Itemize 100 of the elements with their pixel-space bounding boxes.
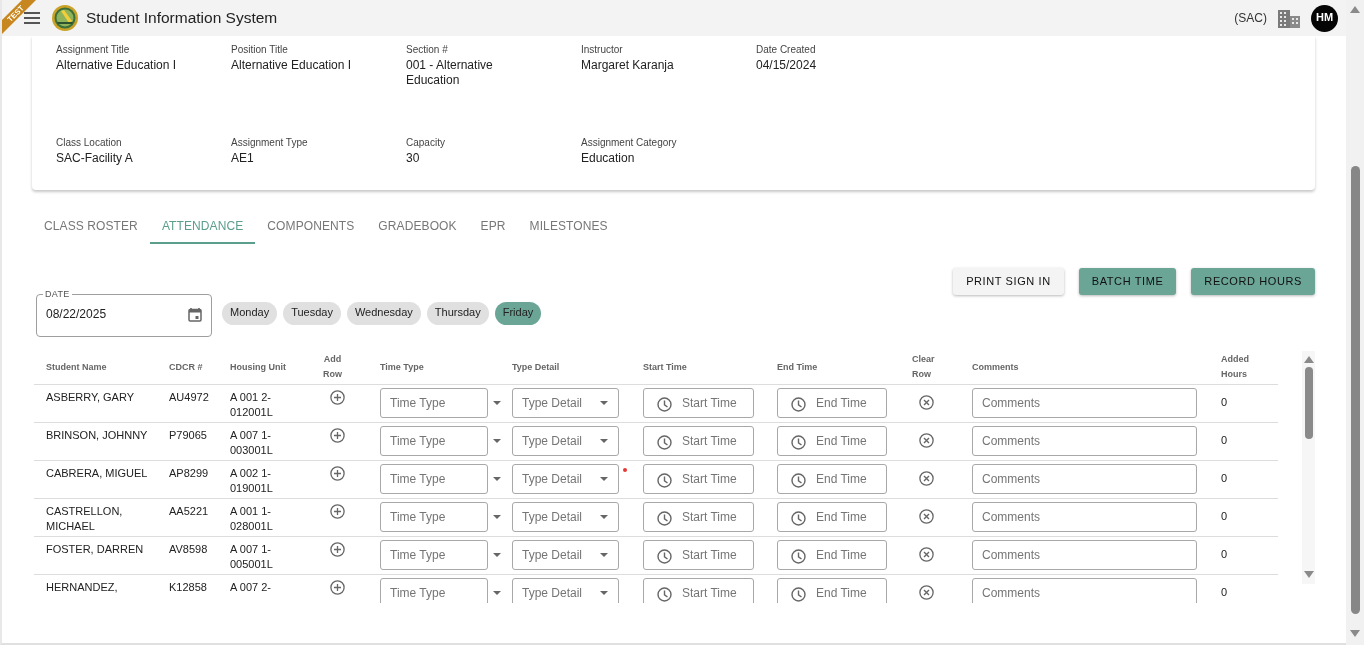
- comments-field[interactable]: Comments: [972, 463, 1197, 494]
- clock-icon: [657, 586, 672, 602]
- add-row-icon[interactable]: [330, 503, 345, 519]
- scroll-up-icon[interactable]: [1303, 356, 1314, 363]
- clear-row-icon[interactable]: [919, 508, 934, 524]
- comments-field[interactable]: Comments: [972, 387, 1197, 418]
- caret-icon: [493, 552, 501, 557]
- time-type-select[interactable]: Time Type: [380, 577, 488, 603]
- field-label: Position Title: [231, 44, 288, 56]
- end-time-field[interactable]: End Time: [777, 463, 887, 494]
- day-chip[interactable]: Thursday: [426, 301, 489, 325]
- clock-icon: [657, 472, 672, 488]
- field-value: Education: [581, 151, 636, 166]
- end-time-field[interactable]: End Time: [777, 501, 887, 532]
- start-time-field[interactable]: Start Time: [643, 463, 754, 494]
- column-header: Type Detail: [512, 361, 560, 372]
- cdcr-number: AU4972: [169, 389, 210, 405]
- time-type-select[interactable]: Time Type: [380, 463, 488, 494]
- field-label: Capacity: [406, 137, 445, 149]
- day-chip[interactable]: Tuesday: [283, 301, 341, 325]
- column-header: Comments: [972, 361, 1019, 372]
- field-value: 001 - Alternative Education: [406, 58, 494, 88]
- caret-icon: [493, 400, 501, 405]
- scroll-up-icon[interactable]: [1350, 6, 1360, 13]
- clock-icon: [657, 510, 672, 526]
- date-field[interactable]: DATE 08/22/2025: [36, 289, 212, 337]
- start-time-field[interactable]: Start Time: [643, 577, 754, 603]
- tab[interactable]: GRADEBOOK: [366, 214, 469, 244]
- start-time-field[interactable]: Start Time: [643, 501, 754, 532]
- day-chip[interactable]: Wednesday: [346, 301, 421, 325]
- end-time-field[interactable]: End Time: [777, 577, 887, 603]
- cdcr-number: AA5221: [169, 503, 210, 519]
- add-row-icon[interactable]: [330, 389, 345, 405]
- end-time-field[interactable]: End Time: [777, 387, 887, 418]
- comments-field[interactable]: Comments: [972, 577, 1197, 603]
- clear-row-icon[interactable]: [919, 470, 934, 486]
- field-value: SAC-Facility A: [56, 151, 134, 166]
- scrollbar-thumb[interactable]: [1350, 166, 1360, 614]
- add-row-icon[interactable]: [330, 541, 345, 557]
- clear-row-icon[interactable]: [919, 546, 934, 562]
- start-time-field[interactable]: Start Time: [643, 425, 754, 456]
- add-row-icon[interactable]: [330, 579, 345, 595]
- field-value: 30: [406, 151, 421, 166]
- type-detail-select[interactable]: Type Detail: [512, 425, 619, 456]
- print-button[interactable]: PRINT SIGN IN: [953, 268, 1064, 295]
- action-button[interactable]: BATCH TIME: [1078, 268, 1177, 295]
- calendar-icon[interactable]: [188, 307, 202, 322]
- added-hours: 0: [1221, 432, 1229, 448]
- column-header: Add Row: [323, 353, 342, 382]
- end-time-field[interactable]: End Time: [777, 539, 887, 570]
- clear-row-icon[interactable]: [919, 394, 934, 410]
- tab[interactable]: EPR: [468, 214, 518, 244]
- added-hours: 0: [1221, 394, 1229, 410]
- clock-icon: [791, 586, 806, 602]
- field-label: Instructor: [581, 44, 623, 56]
- time-type-select[interactable]: Time Type: [380, 387, 488, 418]
- comments-field[interactable]: Comments: [972, 501, 1197, 532]
- clear-row-icon[interactable]: [919, 584, 934, 600]
- time-type-select[interactable]: Time Type: [380, 501, 488, 532]
- app-title: Student Information System: [86, 8, 278, 28]
- comments-field[interactable]: Comments: [972, 425, 1197, 456]
- caret-icon: [493, 590, 501, 595]
- clock-icon: [657, 434, 672, 450]
- comments-field[interactable]: Comments: [972, 539, 1197, 570]
- clear-row-icon[interactable]: [919, 432, 934, 448]
- housing-unit: A 001 1-028001L: [230, 503, 274, 534]
- start-time-field[interactable]: Start Time: [643, 539, 754, 570]
- student-name: HERNANDEZ,: [46, 579, 119, 595]
- start-time-field[interactable]: Start Time: [643, 387, 754, 418]
- clock-icon: [791, 434, 806, 450]
- building-icon[interactable]: [1278, 8, 1300, 28]
- type-detail-select[interactable]: Type Detail: [512, 577, 619, 603]
- caret-icon: [600, 400, 608, 405]
- caret-icon: [600, 552, 608, 557]
- add-row-icon[interactable]: [330, 465, 345, 481]
- added-hours: 0: [1221, 470, 1229, 486]
- type-detail-select[interactable]: Type Detail: [512, 539, 619, 570]
- scroll-down-icon[interactable]: [1350, 630, 1360, 637]
- cdcr-number: AV8598: [169, 541, 209, 557]
- day-chip[interactable]: Monday: [222, 301, 278, 325]
- tab[interactable]: CLASS ROSTER: [32, 214, 150, 244]
- type-detail-select[interactable]: Type Detail: [512, 463, 619, 494]
- type-detail-select[interactable]: Type Detail: [512, 501, 619, 532]
- tab[interactable]: COMPONENTS: [255, 214, 367, 244]
- menu-icon[interactable]: [24, 12, 40, 24]
- scrollbar-thumb[interactable]: [1304, 367, 1313, 439]
- day-chip[interactable]: Friday: [494, 301, 542, 325]
- action-button[interactable]: RECORD HOURS: [1191, 268, 1315, 295]
- add-row-icon[interactable]: [330, 427, 345, 443]
- time-type-select[interactable]: Time Type: [380, 539, 488, 570]
- field-label: Section #: [406, 44, 448, 56]
- scroll-down-icon[interactable]: [1303, 571, 1314, 578]
- time-type-select[interactable]: Time Type: [380, 425, 488, 456]
- date-input[interactable]: 08/22/2025: [46, 307, 156, 322]
- end-time-field[interactable]: End Time: [777, 425, 887, 456]
- student-name: ASBERRY, GARY: [46, 389, 136, 405]
- user-avatar[interactable]: HM: [1311, 4, 1338, 32]
- cdcr-number: K12858: [169, 579, 208, 595]
- type-detail-select[interactable]: Type Detail: [512, 387, 619, 418]
- tab[interactable]: MILESTONES: [517, 214, 620, 244]
